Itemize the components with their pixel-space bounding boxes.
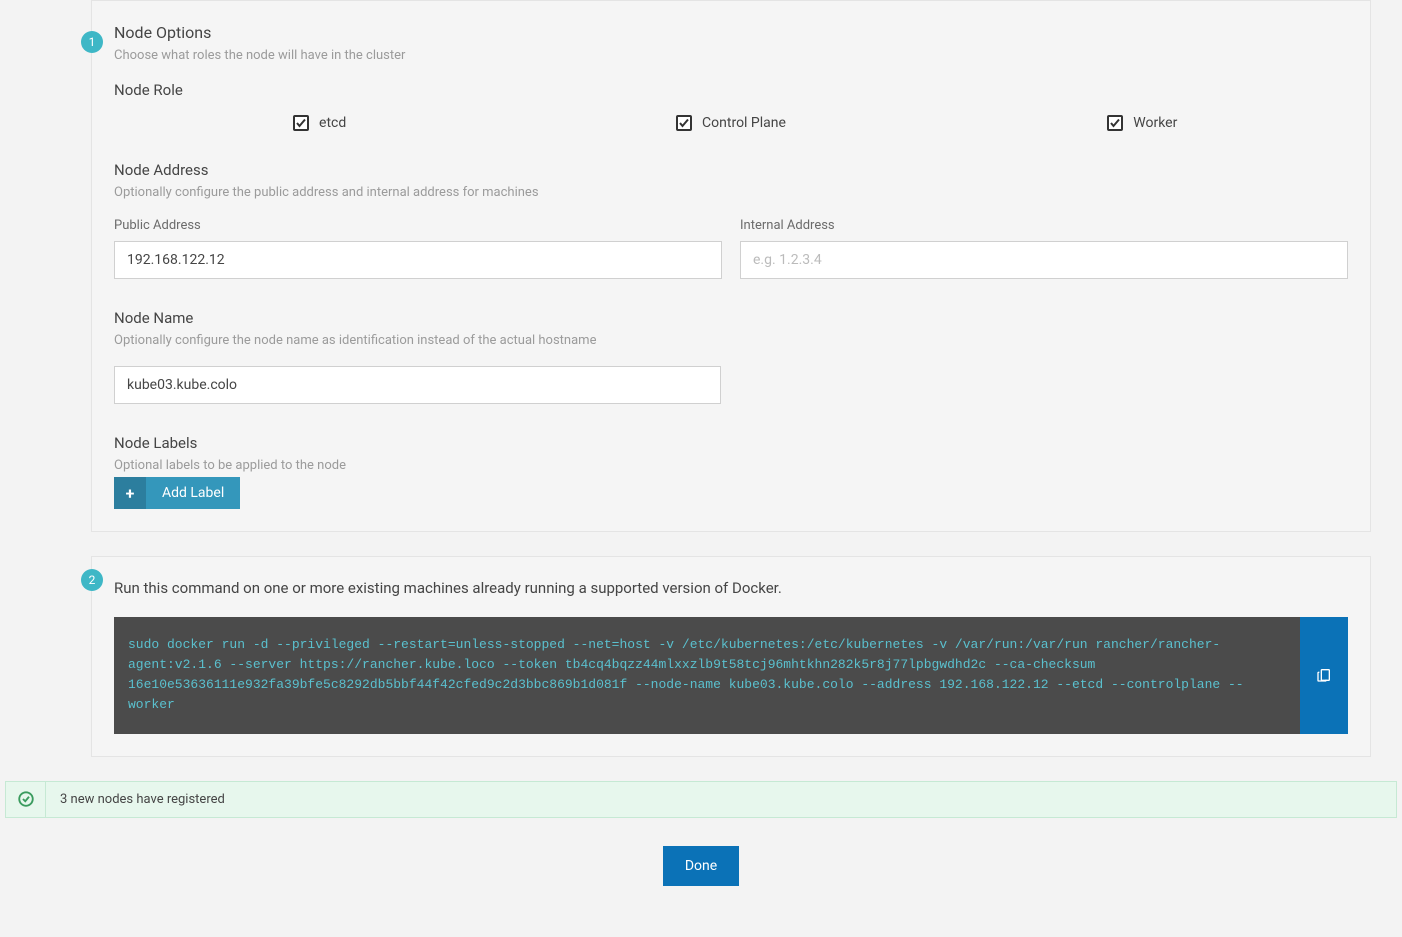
- role-label-etcd: etcd: [319, 115, 346, 131]
- role-label-control-plane: Control Plane: [702, 115, 786, 131]
- status-icon-box: [6, 782, 46, 817]
- step-badge-1: 1: [81, 31, 103, 53]
- public-address-input[interactable]: [114, 241, 722, 279]
- step-badge-2: 2: [81, 569, 103, 591]
- check-circle-icon: [17, 790, 35, 808]
- done-button[interactable]: Done: [663, 846, 739, 886]
- add-label-text: Add Label: [146, 477, 240, 509]
- checkbox-etcd[interactable]: [293, 115, 309, 131]
- command-block[interactable]: sudo docker run -d --privileged --restar…: [114, 617, 1300, 734]
- node-address-title: Node Address: [114, 161, 1348, 179]
- internal-address-input[interactable]: [740, 241, 1348, 279]
- role-item-control-plane: Control Plane: [525, 115, 936, 131]
- public-address-label: Public Address: [114, 218, 722, 233]
- node-name-input[interactable]: [114, 366, 721, 404]
- checkbox-control-plane[interactable]: [676, 115, 692, 131]
- status-bar: 3 new nodes have registered: [5, 781, 1397, 818]
- node-options-desc: Choose what roles the node will have in …: [114, 48, 1348, 63]
- node-name-desc: Optionally configure the node name as id…: [114, 333, 1348, 348]
- copy-button[interactable]: [1300, 617, 1348, 734]
- status-message: 3 new nodes have registered: [46, 782, 239, 817]
- clipboard-icon: [1316, 667, 1332, 683]
- add-label-button[interactable]: + Add Label: [114, 477, 240, 509]
- node-labels-title: Node Labels: [114, 434, 1348, 452]
- role-label-worker: Worker: [1133, 115, 1177, 131]
- role-item-etcd: etcd: [114, 115, 525, 131]
- checkbox-worker[interactable]: [1107, 115, 1123, 131]
- command-instruction: Run this command on one or more existing…: [114, 579, 1348, 597]
- node-labels-desc: Optional labels to be applied to the nod…: [114, 458, 1348, 473]
- plus-icon: +: [114, 477, 146, 509]
- node-options-title: Node Options: [114, 23, 1348, 42]
- internal-address-label: Internal Address: [740, 218, 1348, 233]
- node-name-title: Node Name: [114, 309, 1348, 327]
- node-address-desc: Optionally configure the public address …: [114, 185, 1348, 200]
- role-item-worker: Worker: [937, 115, 1348, 131]
- node-role-title: Node Role: [114, 81, 1348, 99]
